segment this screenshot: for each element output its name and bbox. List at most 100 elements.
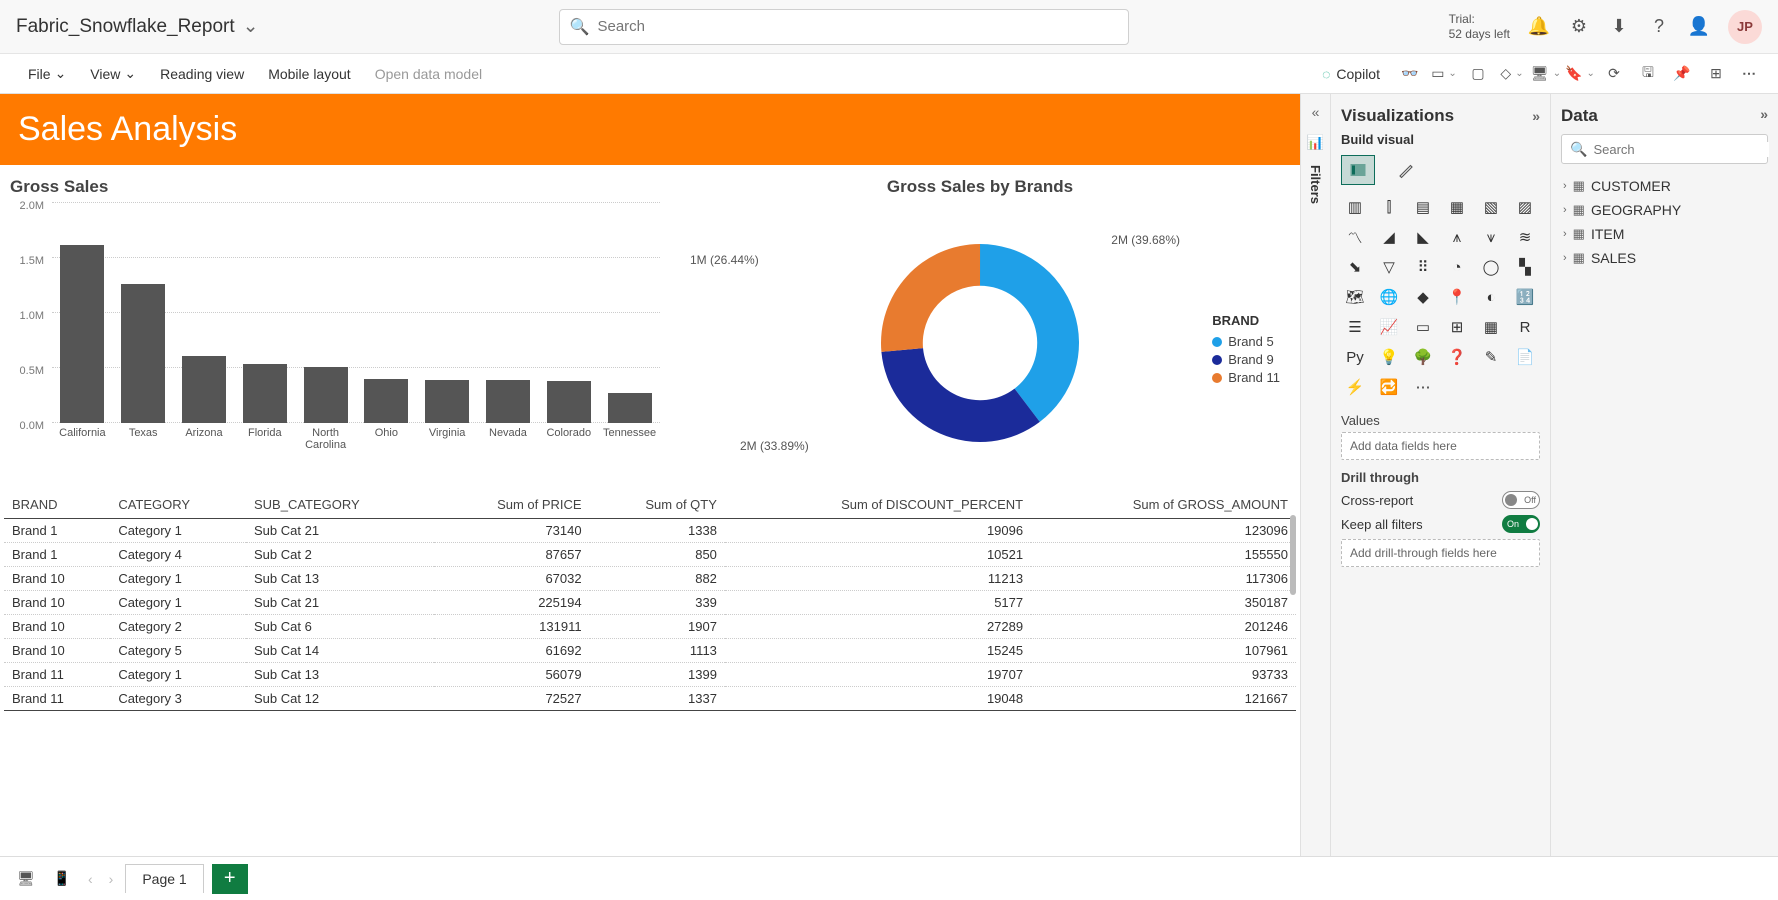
card-icon[interactable]: 🔢 (1511, 285, 1539, 309)
table-row[interactable]: Brand 1Category 4Sub Cat 287657850105211… (4, 543, 1296, 567)
page-tab[interactable]: Page 1 (125, 864, 203, 893)
table-row[interactable]: Brand 11Category 1Sub Cat 13560791399197… (4, 663, 1296, 687)
stacked-column-chart-icon[interactable]: ▤ (1409, 195, 1437, 219)
gauge-icon[interactable]: ◐ (1477, 285, 1505, 309)
line-chart-icon[interactable]: 〽 (1341, 225, 1369, 249)
r-visual-icon[interactable]: R (1511, 315, 1539, 339)
copilot-button[interactable]: ◌ Copilot (1314, 66, 1388, 82)
table-column-header[interactable]: Sum of PRICE (434, 491, 589, 519)
scatter-chart-icon[interactable]: ⠿ (1409, 255, 1437, 279)
table-row[interactable]: Brand 10Category 1Sub Cat 13670328821121… (4, 567, 1296, 591)
stacked-area-chart-icon[interactable]: ◣ (1409, 225, 1437, 249)
global-search-input[interactable] (597, 18, 1117, 35)
hundred-stacked-column-icon[interactable]: ▨ (1511, 195, 1539, 219)
legend-item[interactable]: Brand 11 (1212, 370, 1280, 385)
report-canvas[interactable]: Sales Analysis Gross Sales 0.0M0.5M1.0M1… (0, 94, 1300, 856)
more-options-icon[interactable]: ⋯ (1738, 62, 1762, 86)
map-icon[interactable]: 🗺 (1341, 285, 1369, 309)
mobile-layout-icon[interactable]: 📱 (48, 865, 76, 893)
table-column-header[interactable]: Sum of GROSS_AMOUNT (1031, 491, 1296, 519)
pie-chart-icon[interactable]: ◔ (1443, 255, 1471, 279)
bar[interactable] (243, 364, 287, 423)
hundred-stacked-bar-icon[interactable]: ▧ (1477, 195, 1505, 219)
bar[interactable] (121, 284, 165, 423)
slicer-icon[interactable]: ▭ (1409, 315, 1437, 339)
filters-icon[interactable]: 📊 (1307, 134, 1324, 151)
smart-narrative-icon[interactable]: ✎ (1477, 345, 1505, 369)
bar[interactable] (608, 393, 652, 423)
table-column-header[interactable]: SUB_CATEGORY (246, 491, 434, 519)
next-page-arrow[interactable]: › (105, 871, 118, 887)
key-influencers-icon[interactable]: 💡 (1375, 345, 1403, 369)
refresh-icon[interactable]: ⟳ (1602, 62, 1626, 86)
cross-report-toggle[interactable]: Off (1502, 491, 1540, 509)
bar[interactable] (60, 245, 104, 423)
settings-gear-icon[interactable]: ⚙ (1568, 16, 1590, 38)
legend-item[interactable]: Brand 9 (1212, 352, 1280, 367)
line-stacked-column-icon[interactable]: ⩚ (1443, 225, 1471, 249)
desktop-layout-icon[interactable]: 🖥 (12, 865, 40, 893)
download-icon[interactable]: ⬇ (1608, 16, 1630, 38)
teams-share-icon[interactable]: ⊞ (1704, 62, 1728, 86)
table-scrollbar[interactable] (1290, 515, 1296, 595)
table-row[interactable]: Brand 11Category 3Sub Cat 12725271337190… (4, 687, 1296, 711)
keep-filters-toggle[interactable]: On (1502, 515, 1540, 533)
buttons-icon[interactable]: ▢ (1466, 62, 1490, 86)
bar[interactable] (364, 379, 408, 423)
table-column-header[interactable]: BRAND (4, 491, 110, 519)
data-table-item[interactable]: ›▦CUSTOMER (1561, 174, 1768, 198)
report-name-dropdown[interactable]: Fabric_Snowflake_Report ⌄ (16, 15, 259, 38)
legend-item[interactable]: Brand 5 (1212, 334, 1280, 349)
table-row[interactable]: Brand 10Category 2Sub Cat 61319111907272… (4, 615, 1296, 639)
bar[interactable] (547, 381, 591, 423)
notifications-icon[interactable]: 🔔 (1528, 16, 1550, 38)
donut-chart-icon[interactable]: ◯ (1477, 255, 1505, 279)
bar[interactable] (425, 380, 469, 423)
menu-file[interactable]: File⌄ (16, 54, 78, 93)
bookmarks-icon[interactable]: 🔖⌄ (1568, 62, 1592, 86)
decomposition-tree-icon[interactable]: 🌳 (1409, 345, 1437, 369)
azure-map-icon[interactable]: 📍 (1443, 285, 1471, 309)
account-manager-icon[interactable]: 👤 (1688, 16, 1710, 38)
table-row[interactable]: Brand 10Category 1Sub Cat 21225194339517… (4, 591, 1296, 615)
menu-view[interactable]: View⌄ (78, 54, 148, 93)
table-column-header[interactable]: Sum of DISCOUNT_PERCENT (725, 491, 1031, 519)
multi-row-card-icon[interactable]: ☰ (1341, 315, 1369, 339)
shape-map-icon[interactable]: ◆ (1409, 285, 1437, 309)
funnel-chart-icon[interactable]: ▽ (1375, 255, 1403, 279)
collapse-viz-icon[interactable]: » (1532, 108, 1540, 124)
data-search[interactable]: 🔍 (1561, 134, 1768, 164)
treemap-icon[interactable]: ▚ (1511, 255, 1539, 279)
menu-reading-view[interactable]: Reading view (148, 54, 256, 93)
donut-slice[interactable] (881, 244, 980, 352)
format-visual-button[interactable] (1389, 155, 1423, 185)
kpi-icon[interactable]: 📈 (1375, 315, 1403, 339)
global-search[interactable]: 🔍 (559, 9, 1129, 45)
table-row[interactable]: Brand 1Category 1Sub Cat 217314013381909… (4, 519, 1296, 543)
donut-slice[interactable] (980, 244, 1079, 422)
text-box-icon[interactable]: ▭⌄ (1432, 62, 1456, 86)
paginated-report-icon[interactable]: 📄 (1511, 345, 1539, 369)
line-clustered-column-icon[interactable]: ⩛ (1477, 225, 1505, 249)
donut-chart-visual[interactable]: Gross Sales by Brands 2M (39.68%) 1M (26… (670, 177, 1290, 483)
qa-icon[interactable]: ❓ (1443, 345, 1471, 369)
explore-icon[interactable]: 👓 (1398, 62, 1422, 86)
bar[interactable] (304, 367, 348, 423)
table-row[interactable]: Brand 10Category 5Sub Cat 14616921113152… (4, 639, 1296, 663)
visual-interactions-icon[interactable]: 🖥⌄ (1534, 62, 1558, 86)
power-automate-icon[interactable]: 🔁 (1375, 375, 1403, 399)
build-visual-button[interactable] (1341, 155, 1375, 185)
filters-pane-label[interactable]: Filters (1308, 165, 1323, 204)
bar-chart-visual[interactable]: Gross Sales 0.0M0.5M1.0M1.5M2.0M Califor… (10, 177, 660, 483)
waterfall-chart-icon[interactable]: ⬊ (1341, 255, 1369, 279)
bar[interactable] (182, 356, 226, 423)
table-icon[interactable]: ⊞ (1443, 315, 1471, 339)
table-visual[interactable]: BRANDCATEGORYSUB_CATEGORYSum of PRICESum… (0, 491, 1300, 717)
matrix-icon[interactable]: ▦ (1477, 315, 1505, 339)
ribbon-chart-icon[interactable]: ≋ (1511, 225, 1539, 249)
powerapps-icon[interactable]: ⚡ (1341, 375, 1369, 399)
py-visual-icon[interactable]: Py (1341, 345, 1369, 369)
clustered-bar-chart-icon[interactable]: ⫿ (1375, 195, 1403, 219)
bar[interactable] (486, 380, 530, 423)
stacked-bar-chart-icon[interactable]: ▥ (1341, 195, 1369, 219)
